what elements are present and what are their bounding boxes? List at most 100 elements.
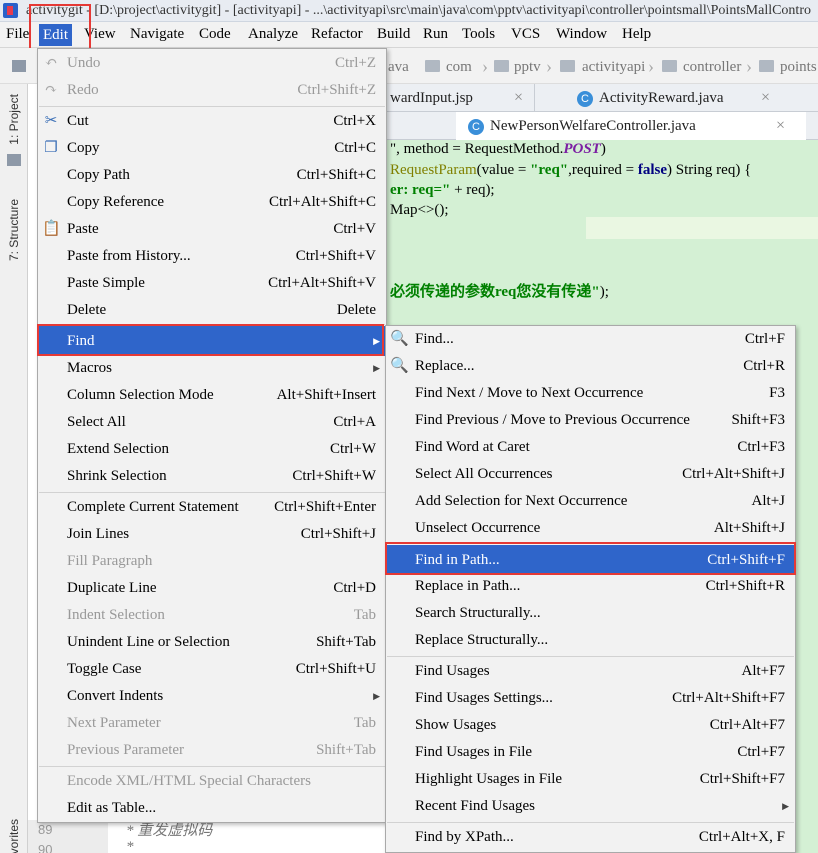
menu-item-find[interactable]: Find ▶ — [38, 326, 386, 356]
menu-item-replace-in-path[interactable]: Replace in Path... Ctrl+Shift+R — [386, 573, 795, 600]
breadcrumb-item[interactable]: points — [780, 59, 817, 76]
menu-item-replace-structurally[interactable]: Replace Structurally... — [386, 627, 795, 654]
menu-item-find-in-path[interactable]: Find in Path... Ctrl+Shift+F — [386, 545, 795, 575]
menu-item-shortcut: Ctrl+Z — [335, 55, 376, 71]
menu-item-indent-selection[interactable]: Indent Selection Tab — [38, 602, 386, 629]
line-number: 89 — [38, 822, 53, 837]
menu-item-next-parameter[interactable]: Next Parameter Tab — [38, 710, 386, 737]
menu-run[interactable]: Run — [423, 26, 448, 43]
tab-rewardinput-jsp[interactable]: wardInput.jsp × — [390, 84, 534, 112]
menu-item-label: Undo — [67, 55, 101, 71]
structure-tool-button[interactable]: 7: Structure — [7, 199, 21, 261]
tab-activityreward-java[interactable]: C ActivityReward.java × — [534, 84, 778, 112]
menu-item-label: Copy — [67, 140, 100, 156]
menu-item-find-usages-settings[interactable]: Find Usages Settings... Ctrl+Alt+Shift+F7 — [386, 685, 795, 712]
menu-analyze[interactable]: Analyze — [248, 26, 298, 43]
chevron-right-icon: › — [746, 56, 752, 76]
menu-item-label: Shrink Selection — [67, 468, 167, 484]
menu-item-unindent-line-or-selection[interactable]: Unindent Line or Selection Shift+Tab — [38, 629, 386, 656]
menu-item-find-next-move-to-next-occurrence[interactable]: Find Next / Move to Next Occurrence F3 — [386, 380, 795, 407]
menu-item-edit-as-table[interactable]: Edit as Table... — [38, 795, 386, 822]
menu-item-find-previous-move-to-previous-occurrence[interactable]: Find Previous / Move to Previous Occurre… — [386, 407, 795, 434]
breadcrumb-item[interactable]: activityapi — [582, 59, 645, 76]
tab-newpersonwelfarecontroller-java[interactable]: C NewPersonWelfareController.java × — [456, 112, 806, 140]
menu-item-label: Copy Reference — [67, 194, 165, 210]
menu-item-label: Delete — [67, 302, 107, 318]
edit-menu: ↶ Undo Ctrl+Z ↷ Redo Ctrl+Shift+Z ✂ Cut Ctrl+X ❐ C… — [37, 48, 387, 823]
menu-item-convert-indents[interactable]: Convert Indents ▶ — [38, 683, 386, 710]
menu-item-previous-parameter[interactable]: Previous Parameter Shift+Tab — [38, 737, 386, 764]
menu-item-label: Find Word at Caret — [415, 439, 530, 455]
menu-edit[interactable]: Edit — [39, 24, 72, 46]
menu-item-delete[interactable]: Delete Delete — [38, 297, 386, 324]
menu-item-find-word-at-caret[interactable]: Find Word at Caret Ctrl+F3 — [386, 434, 795, 461]
menu-refactor[interactable]: Refactor — [311, 26, 363, 43]
menu-item-undo[interactable]: ↶ Undo Ctrl+Z — [38, 50, 386, 77]
menu-item-unselect-occurrence[interactable]: Unselect Occurrence Alt+Shift+J — [386, 515, 795, 542]
menu-item-shortcut: Ctrl+Shift+W — [292, 468, 376, 484]
menu-item-shortcut: Shift+Tab — [316, 742, 376, 758]
menu-window[interactable]: Window — [556, 26, 607, 43]
menu-item-complete-current-statement[interactable]: Complete Current Statement Ctrl+Shift+Ent… — [38, 494, 386, 521]
menu-item-macros[interactable]: Macros ▶ — [38, 355, 386, 382]
close-icon[interactable]: × — [776, 112, 785, 140]
menu-build[interactable]: Build — [377, 26, 410, 43]
menu-item-replace[interactable]: 🔍 Replace... Ctrl+R — [386, 353, 795, 380]
undo-icon: ↶ — [44, 55, 58, 71]
menu-item-copy[interactable]: ❐ Copy Ctrl+C — [38, 135, 386, 162]
menu-item-cut[interactable]: ✂ Cut Ctrl+X — [38, 108, 386, 135]
close-icon[interactable]: × — [514, 84, 523, 112]
structure-icon — [7, 154, 21, 166]
breadcrumb-item[interactable]: ava — [388, 59, 409, 76]
intellij-app-icon — [3, 3, 18, 18]
menu-item-duplicate-line[interactable]: Duplicate Line Ctrl+D — [38, 575, 386, 602]
menu-item-label: Unselect Occurrence — [415, 520, 541, 536]
menu-item-paste[interactable]: 📋 Paste Ctrl+V — [38, 216, 386, 243]
menu-item-encode-xml-html-special-characters[interactable]: Encode XML/HTML Special Characters — [38, 768, 386, 795]
menu-item-copy-path[interactable]: Copy Path Ctrl+Shift+C — [38, 162, 386, 189]
menu-item-fill-paragraph[interactable]: Fill Paragraph — [38, 548, 386, 575]
menu-item-find-usages-in-file[interactable]: Find Usages in File Ctrl+F7 — [386, 739, 795, 766]
class-icon: C — [468, 118, 484, 135]
menu-item-label: Replace Structurally... — [415, 632, 549, 648]
project-tool-button[interactable]: 1: Project — [7, 94, 21, 145]
menu-item-join-lines[interactable]: Join Lines Ctrl+Shift+J — [38, 521, 386, 548]
breadcrumb-item[interactable]: pptv — [514, 59, 541, 76]
menu-item-column-selection-mode[interactable]: Column Selection Mode Alt+Shift+Insert — [38, 382, 386, 409]
menu-tools[interactable]: Tools — [462, 26, 495, 43]
menu-navigate[interactable]: Navigate — [130, 26, 184, 43]
close-icon[interactable]: × — [761, 84, 770, 112]
breadcrumb-item[interactable]: com — [446, 59, 472, 76]
menu-item-highlight-usages-in-file[interactable]: Highlight Usages in File Ctrl+Shift+F7 — [386, 766, 795, 793]
menu-item-label: Cut — [67, 113, 89, 129]
menu-item-label: Extend Selection — [67, 441, 170, 457]
menu-item-select-all-occurrences[interactable]: Select All Occurrences Ctrl+Alt+Shift+J — [386, 461, 795, 488]
menu-item-label: Copy Path — [67, 167, 130, 183]
menu-vcs[interactable]: VCS — [511, 26, 540, 43]
menu-item-label: Find Usages in File — [415, 744, 533, 760]
menu-item-redo[interactable]: ↷ Redo Ctrl+Shift+Z — [38, 77, 386, 104]
menu-item-toggle-case[interactable]: Toggle Case Ctrl+Shift+U — [38, 656, 386, 683]
menu-item-find-usages[interactable]: Find Usages Alt+F7 — [386, 658, 795, 685]
menu-item-show-usages[interactable]: Show Usages Ctrl+Alt+F7 — [386, 712, 795, 739]
menu-item-label: Join Lines — [67, 526, 130, 542]
menu-item-label: Select All Occurrences — [415, 466, 553, 482]
code-line: ", method = RequestMethod.POST) — [390, 141, 606, 157]
favorites-tool-button[interactable]: vorites — [7, 819, 21, 853]
menu-item-paste-simple[interactable]: Paste Simple Ctrl+Alt+Shift+V — [38, 270, 386, 297]
menu-item-recent-find-usages[interactable]: Recent Find Usages ▶ — [386, 793, 795, 820]
menu-item-copy-reference[interactable]: Copy Reference Ctrl+Alt+Shift+C — [38, 189, 386, 216]
menu-help[interactable]: Help — [622, 26, 651, 43]
menu-item-find[interactable]: 🔍 Find... Ctrl+F — [386, 326, 795, 353]
menu-file[interactable]: File — [6, 26, 29, 43]
menu-item-add-selection-for-next-occurrence[interactable]: Add Selection for Next Occurrence Alt+J — [386, 488, 795, 515]
menu-item-search-structurally[interactable]: Search Structurally... — [386, 600, 795, 627]
menu-item-select-all[interactable]: Select All Ctrl+A — [38, 409, 386, 436]
menu-code[interactable]: Code — [199, 26, 231, 43]
menu-item-paste-from-history[interactable]: Paste from History... Ctrl+Shift+V — [38, 243, 386, 270]
menu-item-extend-selection[interactable]: Extend Selection Ctrl+W — [38, 436, 386, 463]
breadcrumb-item[interactable]: controller — [683, 59, 741, 76]
menu-item-shrink-selection[interactable]: Shrink Selection Ctrl+Shift+W — [38, 463, 386, 490]
menu-view[interactable]: View — [84, 26, 116, 43]
menu-item-find-by-xpath[interactable]: Find by XPath... Ctrl+Alt+X, F — [386, 824, 795, 851]
